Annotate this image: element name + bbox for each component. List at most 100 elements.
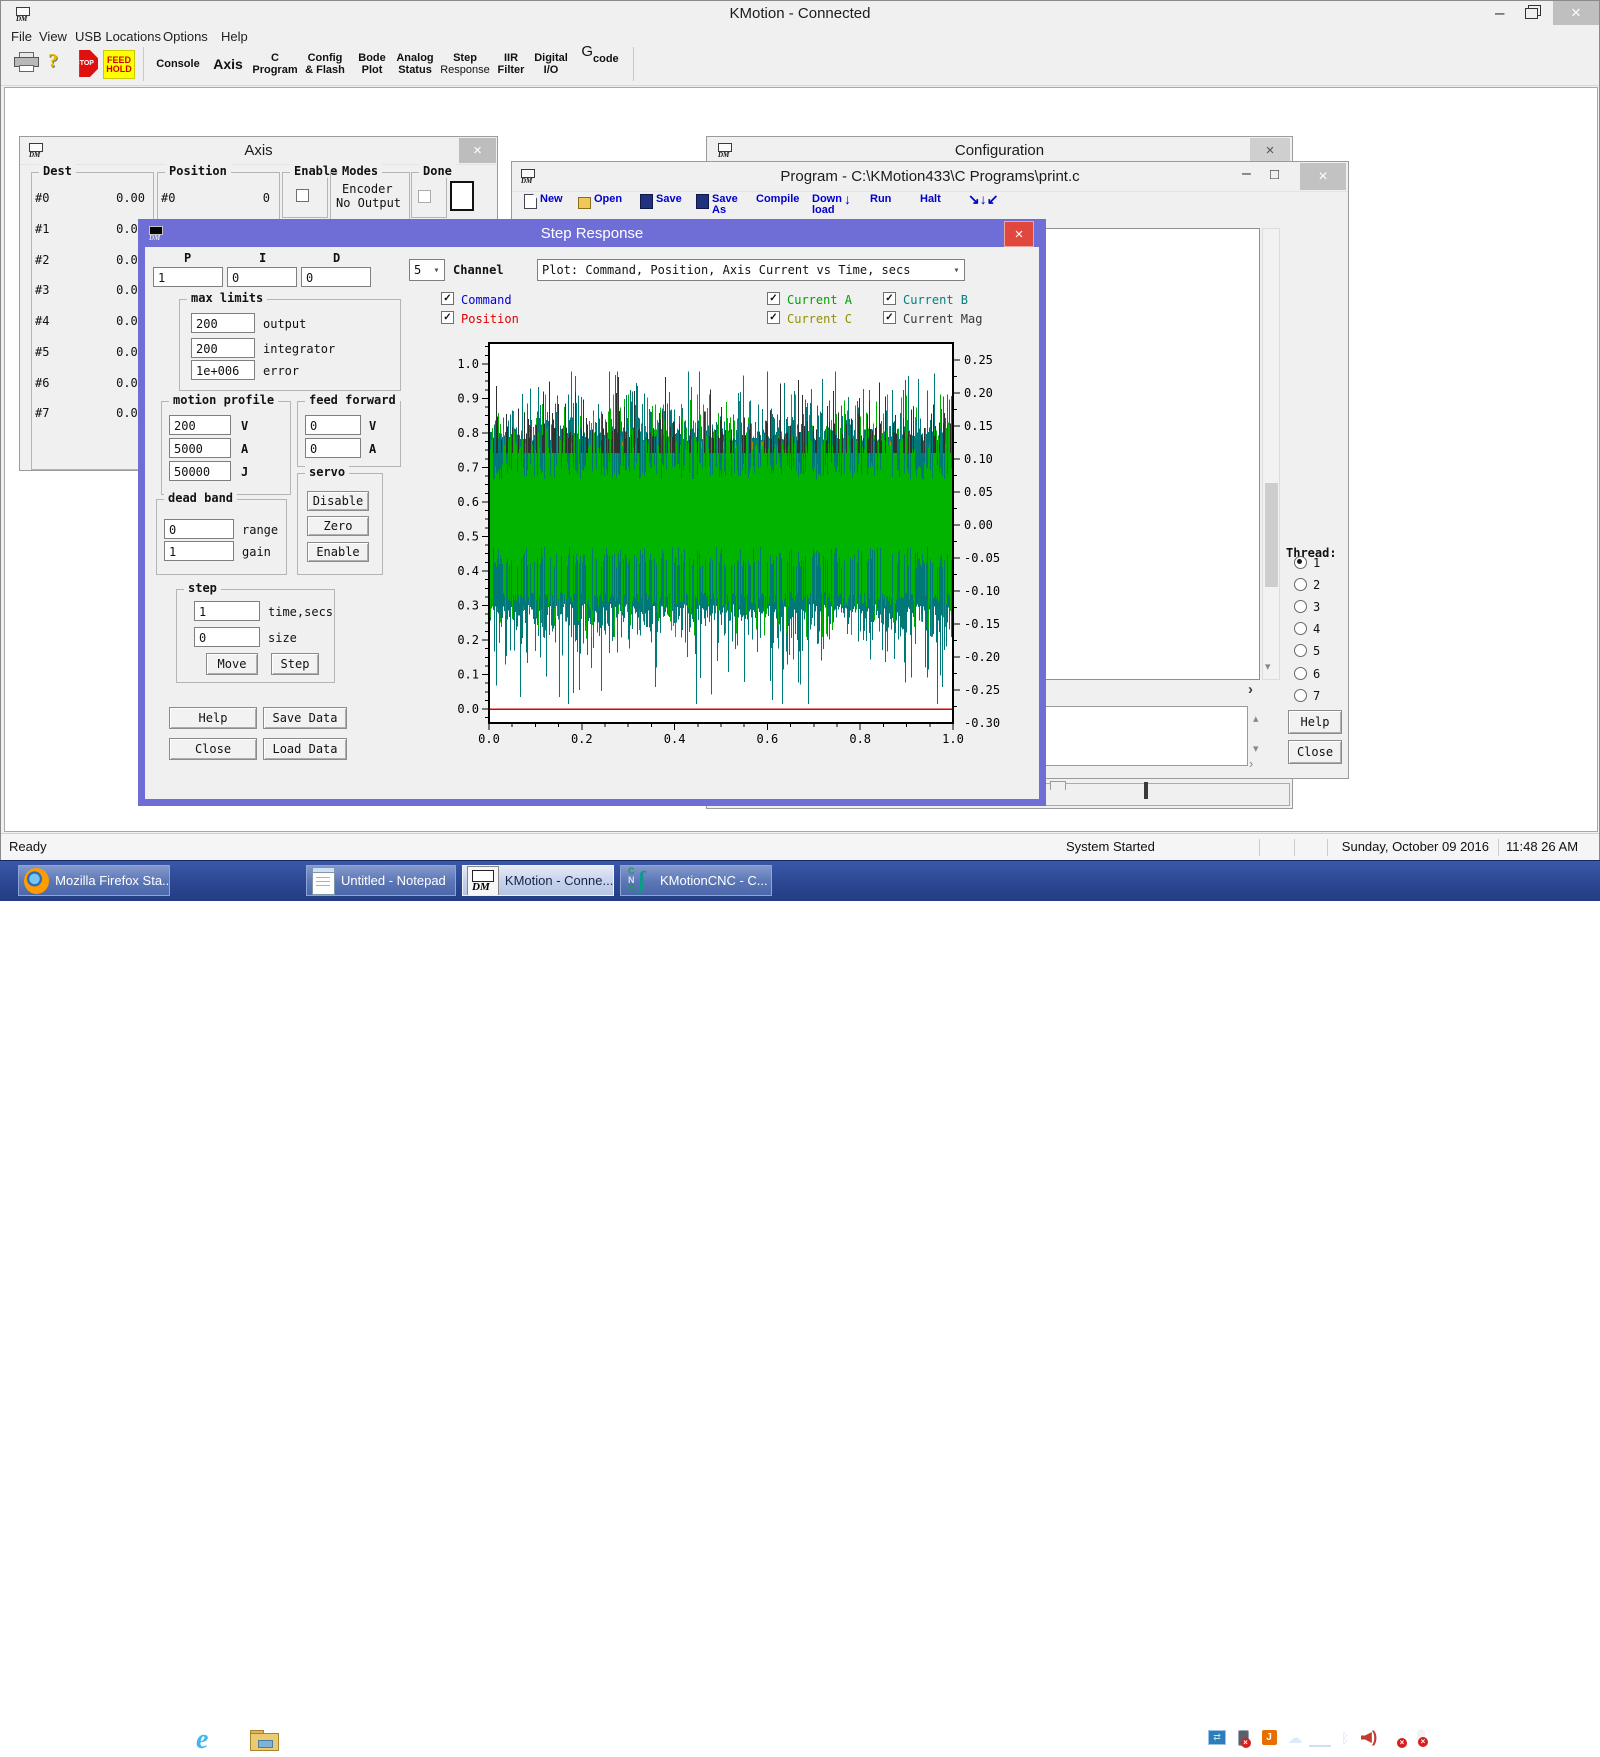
- scroll-up-icon[interactable]: ▴: [1253, 714, 1259, 725]
- menu-view[interactable]: View: [35, 28, 71, 45]
- close-icon[interactable]: ×: [1553, 1, 1599, 25]
- menu-help[interactable]: Help: [217, 28, 252, 45]
- tray-cloud-icon[interactable]: ☁: [1284, 1728, 1306, 1747]
- taskbar-firefox-button[interactable]: Mozilla Firefox Sta...: [18, 865, 170, 896]
- tray-device-error-icon[interactable]: ×: [1232, 1728, 1254, 1747]
- tray-bluetooth-icon[interactable]: ᛒ: [1334, 1728, 1356, 1747]
- servo-disable-button[interactable]: Disable: [307, 491, 369, 511]
- editor-vertical-scrollbar[interactable]: [1262, 228, 1280, 680]
- toolbar-gcode-button[interactable]: Gcode: [575, 46, 625, 82]
- channel-select[interactable]: 5▾: [409, 259, 445, 281]
- restore-icon[interactable]: [1525, 8, 1538, 19]
- toolbar-c-program-button[interactable]: CProgram: [251, 46, 299, 82]
- max-output-field[interactable]: [191, 313, 255, 333]
- tray-smartdisk-icon[interactable]: S: [1309, 1730, 1331, 1747]
- feedhold-icon[interactable]: FEED HOLD: [103, 50, 135, 79]
- deadband-range-field[interactable]: [164, 519, 234, 539]
- toolbar-bode-plot-button[interactable]: BodePlot: [353, 46, 391, 82]
- taskbar-kmotion-button[interactable]: DM KMotion - Conne...: [462, 865, 614, 896]
- i-field[interactable]: [227, 267, 297, 287]
- close-button[interactable]: Close: [169, 738, 257, 760]
- scroll-down-icon[interactable]: ▾: [1265, 662, 1271, 673]
- close-icon[interactable]: ×: [459, 138, 496, 163]
- thread-radio-3[interactable]: [1294, 600, 1307, 613]
- thread-radio-4[interactable]: [1294, 622, 1307, 635]
- p-field[interactable]: [153, 267, 223, 287]
- thread-radio-7[interactable]: [1294, 689, 1307, 702]
- toolbar-step-response-button[interactable]: StepResponse: [439, 46, 491, 82]
- scrollbar-thumb[interactable]: [1265, 483, 1278, 587]
- stop-icon[interactable]: STOP: [71, 50, 98, 77]
- step-size-field[interactable]: [194, 627, 260, 647]
- close-icon[interactable]: ×: [1250, 138, 1290, 163]
- current-c-checkbox[interactable]: ✓: [767, 311, 780, 324]
- current-mag-checkbox[interactable]: ✓: [883, 311, 896, 324]
- ff-a-field[interactable]: [305, 438, 361, 458]
- max-error-field[interactable]: [191, 360, 255, 380]
- menu-usb-locations[interactable]: USB Locations: [71, 28, 165, 45]
- help-icon[interactable]: ?: [48, 50, 58, 73]
- internet-explorer-icon[interactable]: e: [196, 1724, 208, 1756]
- axis-big-checkbox[interactable]: [450, 181, 474, 211]
- toolbar-console-button[interactable]: Console: [151, 46, 205, 82]
- program-help-button[interactable]: Help: [1288, 710, 1342, 734]
- menu-file[interactable]: File: [7, 28, 36, 45]
- thread-radio-1[interactable]: [1294, 556, 1307, 569]
- deadband-gain-field[interactable]: [164, 541, 234, 561]
- program-title-bar[interactable]: Program - C:\KMotion433\C Programs\print…: [512, 162, 1348, 192]
- max-integrator-field[interactable]: [191, 338, 255, 358]
- menu-options[interactable]: Options: [159, 28, 212, 45]
- motion-a-field[interactable]: [169, 438, 231, 458]
- thread-radio-5[interactable]: [1294, 644, 1307, 657]
- folder-icon[interactable]: [250, 1730, 278, 1751]
- tray-sync-icon[interactable]: ⇄: [1206, 1728, 1228, 1747]
- thread-radio-6[interactable]: [1294, 667, 1307, 680]
- move-button[interactable]: Move: [206, 653, 258, 675]
- plot-mode-select[interactable]: Plot: Command, Position, Axis Current vs…: [537, 259, 965, 281]
- step-time-field[interactable]: [194, 601, 260, 621]
- step-button[interactable]: Step: [271, 653, 319, 675]
- toolbar-config-flash-button[interactable]: Config& Flash: [301, 46, 349, 82]
- ff-v-field[interactable]: [305, 415, 361, 435]
- load-data-button[interactable]: Load Data: [263, 738, 347, 760]
- current-b-checkbox[interactable]: ✓: [883, 292, 896, 305]
- tray-clock[interactable]: 11:48 AM 10/9/2016: [1520, 1725, 1594, 1757]
- tray-language[interactable]: ENG: [1484, 1733, 1512, 1748]
- toolbar-digital-io-button[interactable]: DigitalI/O: [531, 46, 571, 82]
- motion-j-field[interactable]: [169, 461, 231, 481]
- minimize-icon[interactable]: –: [1242, 165, 1251, 183]
- servo-enable-button[interactable]: Enable: [307, 542, 369, 562]
- program-close-button[interactable]: Close: [1288, 740, 1342, 764]
- taskbar-notepad-button[interactable]: Untitled - Notepad: [306, 865, 456, 896]
- scroll-right-icon[interactable]: ›: [1249, 758, 1253, 769]
- enable-checkbox[interactable]: [296, 189, 309, 202]
- minimize-icon[interactable]: –: [1495, 3, 1504, 23]
- motion-v-field[interactable]: [169, 415, 231, 435]
- save-data-button[interactable]: Save Data: [263, 707, 347, 729]
- tray-flag-error-icon[interactable]: ⚑×: [1384, 1728, 1406, 1747]
- current-a-checkbox[interactable]: ✓: [767, 292, 780, 305]
- toolbar-analog-status-button[interactable]: AnalogStatus: [393, 46, 437, 82]
- scroll-down-icon[interactable]: ▾: [1253, 744, 1259, 755]
- scroll-right-icon[interactable]: ›: [1248, 684, 1253, 695]
- tray-speaker-icon[interactable]: ): [1458, 1728, 1480, 1747]
- step-response-title-bar[interactable]: Step Response: [138, 219, 1046, 247]
- thread-radio-2[interactable]: [1294, 578, 1307, 591]
- taskbar-kmotioncnc-button[interactable]: CNCʃ KMotionCNC - C...: [620, 865, 772, 896]
- close-icon[interactable]: ×: [1004, 221, 1034, 247]
- servo-zero-button[interactable]: Zero: [307, 516, 369, 536]
- main-title-bar[interactable]: DM KMotion - Connected – ×: [1, 1, 1599, 27]
- help-button[interactable]: Help: [169, 707, 257, 729]
- command-checkbox[interactable]: ✓: [441, 292, 454, 305]
- axis-title-bar[interactable]: Axis: [20, 137, 497, 165]
- toolbar-axis-button[interactable]: Axis: [207, 46, 249, 82]
- tray-battery-error-icon[interactable]: ×: [1410, 1728, 1432, 1747]
- print-icon[interactable]: [14, 52, 38, 70]
- maximize-icon[interactable]: □: [1270, 166, 1279, 183]
- d-field[interactable]: [301, 267, 371, 287]
- toolbar-iir-filter-button[interactable]: IIRFilter: [493, 46, 529, 82]
- tray-signal-icon[interactable]: [1434, 1728, 1456, 1747]
- close-icon[interactable]: ×: [1300, 163, 1346, 190]
- position-checkbox[interactable]: ✓: [441, 311, 454, 324]
- tray-java-icon[interactable]: J: [1258, 1728, 1280, 1747]
